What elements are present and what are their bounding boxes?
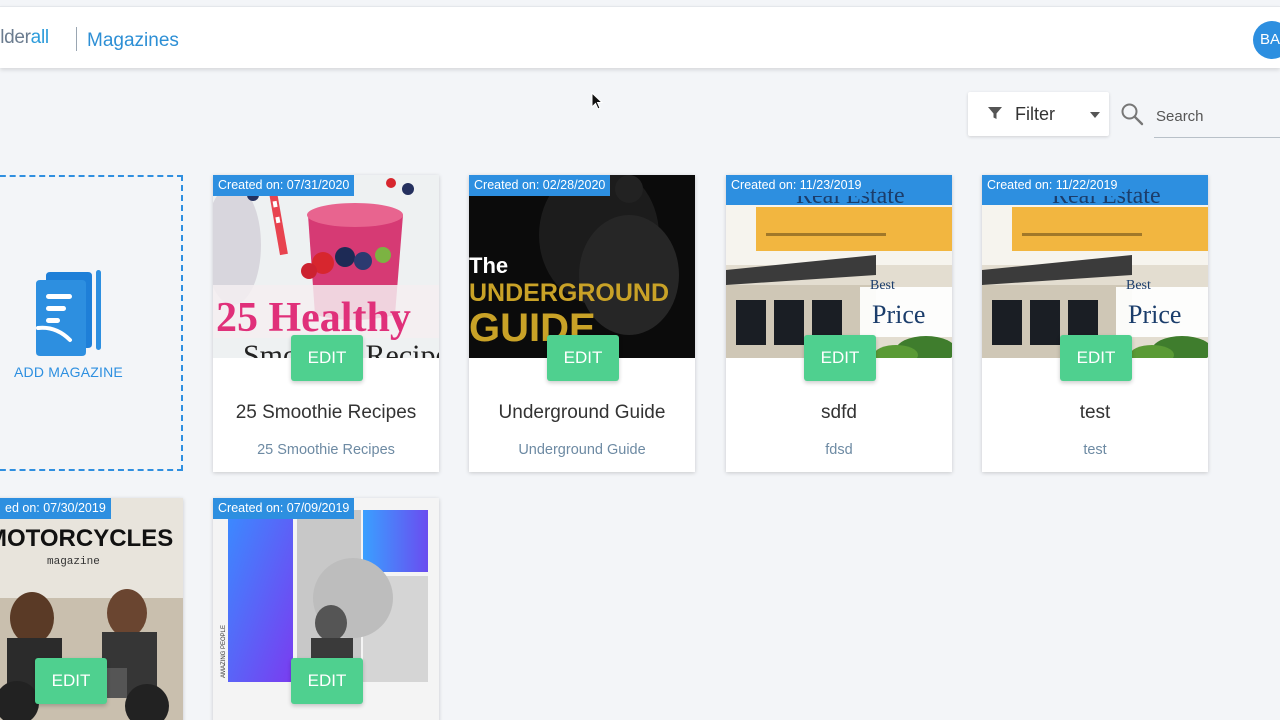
magazine-subtitle: fdsd: [825, 442, 853, 458]
magazine-card[interactable]: 25 Healthy Smoothie Recipes Created on: …: [213, 175, 439, 472]
add-magazine-icon: [36, 270, 101, 356]
real-estate-cover-image: Real Estate Best Price: [982, 175, 1208, 358]
cover-title-line2: UNDERGROUND: [469, 279, 669, 307]
magazine-card[interactable]: Real Estate Best Price Created on: 11/22…: [982, 175, 1208, 472]
created-date-badge: Created on: 11/22/2019: [982, 175, 1123, 196]
filter-dropdown[interactable]: Filter: [968, 92, 1109, 136]
chevron-down-icon: [1090, 112, 1100, 118]
magazine-subtitle: test: [1083, 442, 1107, 458]
edit-button[interactable]: EDIT: [291, 335, 363, 381]
edit-button[interactable]: EDIT: [35, 658, 107, 704]
avatar[interactable]: BA: [1253, 21, 1280, 59]
smoothie-cover-image: 25 Healthy Smoothie Recipes: [213, 175, 439, 358]
magazine-title: test: [1079, 402, 1111, 423]
brand-accent-text: all: [30, 27, 49, 48]
brand-logo[interactable]: uilderall: [0, 27, 49, 49]
cover-title-line1: MOTORCYCLES: [0, 525, 173, 552]
edit-button[interactable]: EDIT: [1060, 335, 1132, 381]
cover-title-line2: magazine: [47, 556, 100, 568]
magazine-cover: Real Estate Best Price: [726, 175, 952, 358]
brand-main-text: uilder: [0, 27, 31, 48]
magazine-subtitle: 25 Smoothie Recipes: [257, 442, 395, 458]
created-date-badge: Created on: 02/28/2020: [469, 175, 611, 196]
top-bar: uilderall Magazines BA: [0, 6, 1280, 68]
cover-title-line2: Best: [1126, 278, 1151, 293]
add-magazine-button[interactable]: ADD MAGAZINE: [0, 175, 183, 471]
magazine-card[interactable]: The UNDERGROUND GUIDE Created on: 02/28/…: [469, 175, 695, 472]
magazine-title: sdfd: [821, 402, 857, 423]
magazine-cover: 25 Healthy Smoothie Recipes: [213, 175, 439, 358]
page-title: Magazines: [87, 30, 179, 51]
search-icon[interactable]: [1120, 102, 1144, 126]
cover-title-line1: AMAZING PEOPLE: [221, 625, 227, 678]
magazine-cover: The UNDERGROUND GUIDE: [469, 175, 695, 358]
cover-title-line2: Best: [870, 278, 895, 293]
created-date-badge: Created on: 07/31/2020: [213, 175, 355, 196]
created-date-badge: Created on: 11/23/2019: [726, 175, 867, 196]
created-date-badge: ed on: 07/30/2019: [0, 498, 111, 519]
created-date-badge: Created on: 07/09/2019: [213, 498, 355, 519]
magazine-cover: Real Estate Best Price: [982, 175, 1208, 358]
mouse-cursor-icon: [591, 92, 604, 110]
cover-title-line1: The: [469, 253, 508, 278]
magazine-card[interactable]: Real Estate Best Price Created on: 11/23…: [726, 175, 952, 472]
add-magazine-label: ADD MAGAZINE: [14, 364, 123, 380]
filter-icon: [988, 107, 1002, 119]
cover-title-line3: Price: [1128, 300, 1181, 329]
search-input[interactable]: [1154, 96, 1280, 138]
filter-label: Filter: [1015, 104, 1055, 124]
magazine-title: Underground Guide: [498, 402, 666, 423]
edit-button[interactable]: EDIT: [804, 335, 876, 381]
edit-button[interactable]: EDIT: [291, 658, 363, 704]
magazine-subtitle: Underground Guide: [518, 442, 646, 458]
magazine-card[interactable]: MOTORCYCLES magazine ed on: 07/30/2019 E…: [0, 498, 183, 720]
underground-cover-image: The UNDERGROUND GUIDE: [469, 175, 695, 358]
edit-button[interactable]: EDIT: [547, 335, 619, 381]
real-estate-cover-image: Real Estate Best Price: [726, 175, 952, 358]
magazine-title: 25 Smoothie Recipes: [235, 402, 417, 423]
magazine-card[interactable]: AMAZING PEOPLE Created on: 07/09/2019 ED…: [213, 498, 439, 720]
cover-title-line3: Price: [872, 300, 925, 329]
header-divider: [76, 27, 77, 51]
